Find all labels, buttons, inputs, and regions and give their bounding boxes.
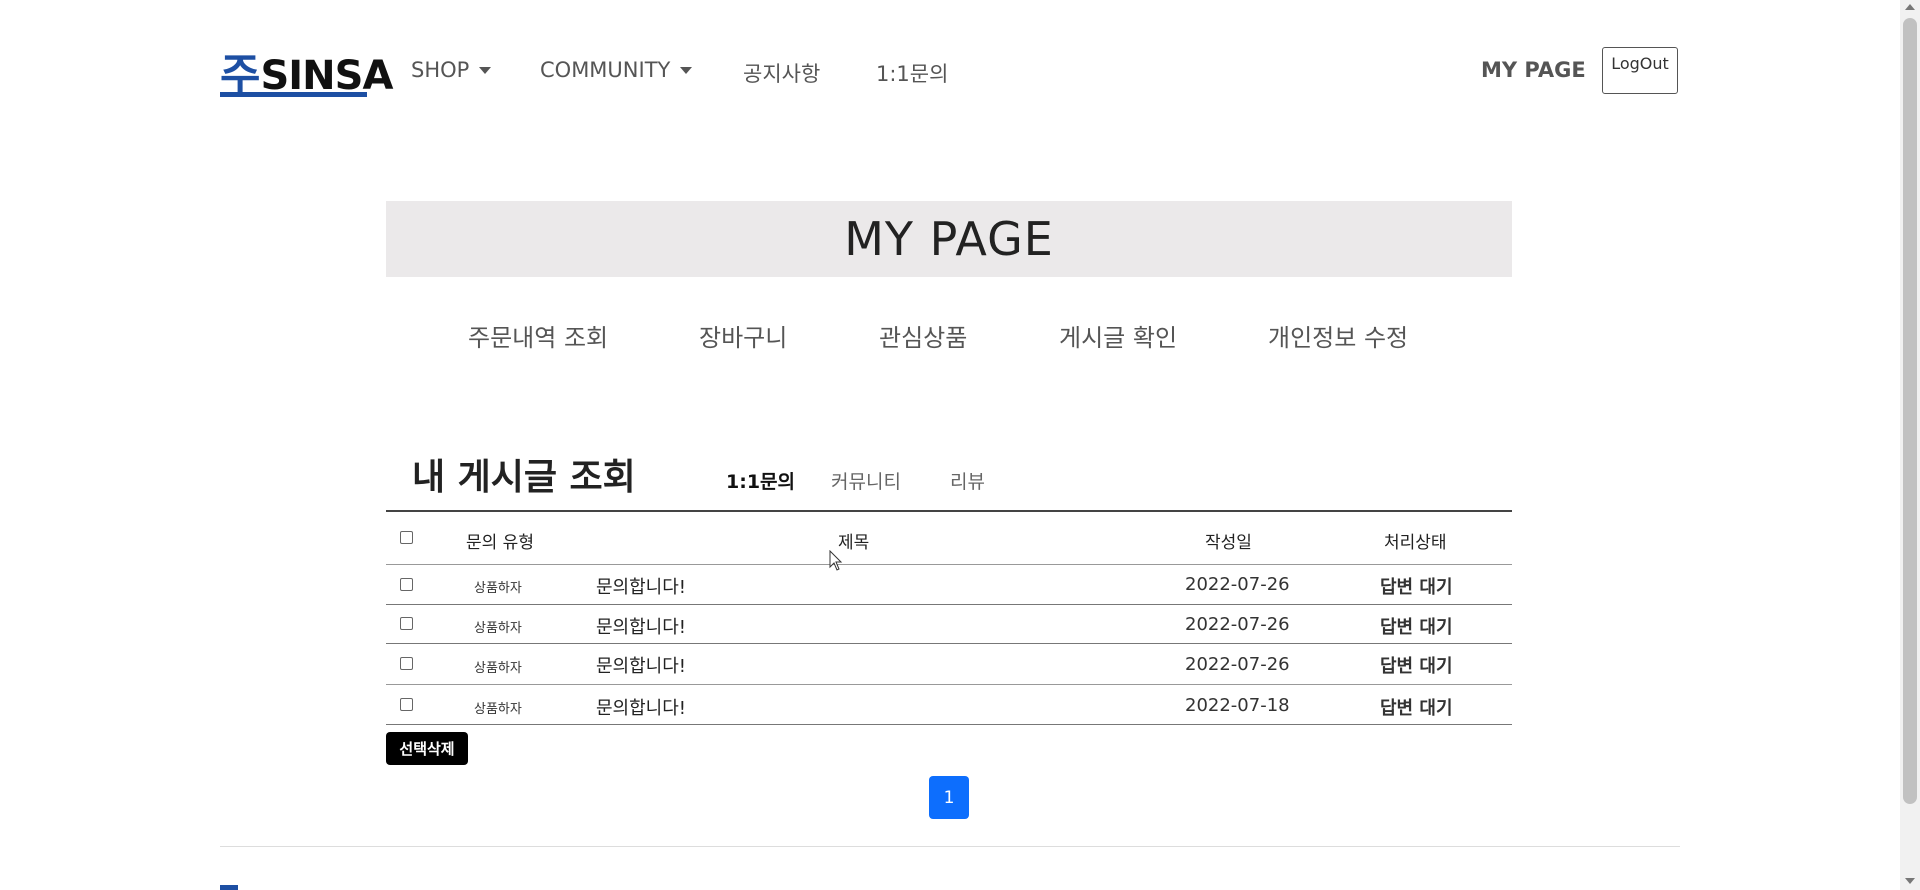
footer-logo-fragment	[220, 885, 238, 890]
nav-notice-label: 공지사항	[743, 62, 821, 86]
header-type: 문의 유형	[466, 533, 534, 553]
nav-inquiry-label: 1:1문의	[876, 62, 949, 86]
caret-down-icon	[680, 66, 693, 74]
menu-cart[interactable]: 장바구니	[699, 318, 787, 353]
row-title[interactable]: 문의합니다!	[596, 573, 686, 599]
tab-community[interactable]: 커뮤니티	[831, 467, 901, 494]
nav-shop-label: SHOP	[411, 58, 470, 82]
menu-edit-profile[interactable]: 개인정보 수정	[1268, 318, 1408, 353]
mouse-pointer-icon	[829, 550, 843, 571]
logout-button[interactable]: LogOut	[1602, 47, 1678, 94]
nav-notice[interactable]: 공지사항	[743, 58, 820, 88]
nav-community[interactable]: COMMUNITY	[540, 58, 693, 82]
table-header-row: 문의 유형 제목 작성일 처리상태	[386, 512, 1512, 565]
menu-wishlist[interactable]: 관심상품	[879, 318, 967, 353]
scroll-up-arrow-icon[interactable]	[1905, 4, 1915, 10]
nav-shop[interactable]: SHOP	[411, 58, 492, 82]
row-date: 2022-07-26	[1185, 654, 1290, 675]
table-row[interactable]: 상품하자 문의합니다! 2022-07-26 답변 대기	[386, 605, 1512, 644]
row-title[interactable]: 문의합니다!	[596, 694, 686, 720]
nav-community-label: COMMUNITY	[540, 58, 671, 82]
mypage-link[interactable]: MY PAGE	[1481, 58, 1586, 82]
row-date: 2022-07-26	[1185, 574, 1290, 595]
menu-order-history[interactable]: 주문내역 조회	[468, 318, 608, 353]
row-type: 상품하자	[474, 581, 522, 596]
top-navbar: 주 SINSA SHOP COMMUNITY 공지사항 1:1문의 MY PAG…	[0, 0, 1900, 140]
scrollbar-thumb[interactable]	[1903, 18, 1917, 804]
row-status: 답변 대기	[1380, 577, 1453, 598]
row-date: 2022-07-18	[1185, 695, 1290, 716]
select-all-checkbox[interactable]	[400, 531, 413, 544]
delete-selected-button[interactable]: 선택삭제	[386, 732, 468, 765]
nav-inquiry[interactable]: 1:1문의	[876, 58, 948, 88]
row-checkbox[interactable]	[400, 657, 413, 670]
row-type: 상품하자	[474, 661, 522, 676]
header-date: 작성일	[1205, 533, 1252, 553]
table-row[interactable]: 상품하자 문의합니다! 2022-07-26 답변 대기	[386, 565, 1512, 605]
footer-divider	[220, 846, 1680, 847]
row-checkbox[interactable]	[400, 698, 413, 711]
page-title: MY PAGE	[844, 212, 1054, 266]
header-status: 처리상태	[1384, 533, 1447, 553]
row-status: 답변 대기	[1380, 698, 1453, 719]
row-status: 답변 대기	[1380, 617, 1453, 638]
table-row[interactable]: 상품하자 문의합니다! 2022-07-18 답변 대기	[386, 685, 1512, 725]
row-title[interactable]: 문의합니다!	[596, 613, 686, 639]
pagination-page-1[interactable]: 1	[929, 776, 969, 819]
tab-inquiry[interactable]: 1:1문의	[726, 467, 795, 494]
section-title: 내 게시글 조회	[412, 457, 636, 498]
table-row[interactable]: 상품하자 문의합니다! 2022-07-26 답변 대기	[386, 644, 1512, 685]
row-date: 2022-07-26	[1185, 614, 1290, 635]
logo-underline	[220, 92, 367, 97]
menu-my-posts[interactable]: 게시글 확인	[1059, 318, 1177, 353]
tab-review[interactable]: 리뷰	[950, 467, 985, 494]
row-type: 상품하자	[474, 702, 522, 717]
row-status: 답변 대기	[1380, 656, 1453, 677]
caret-down-icon	[479, 66, 492, 74]
row-checkbox[interactable]	[400, 617, 413, 630]
scroll-down-arrow-icon[interactable]	[1905, 878, 1915, 884]
logo[interactable]: 주 SINSA	[220, 44, 393, 99]
page-banner: MY PAGE	[386, 201, 1512, 277]
row-type: 상품하자	[474, 621, 522, 636]
row-title[interactable]: 문의합니다!	[596, 652, 686, 678]
row-checkbox[interactable]	[400, 578, 413, 591]
